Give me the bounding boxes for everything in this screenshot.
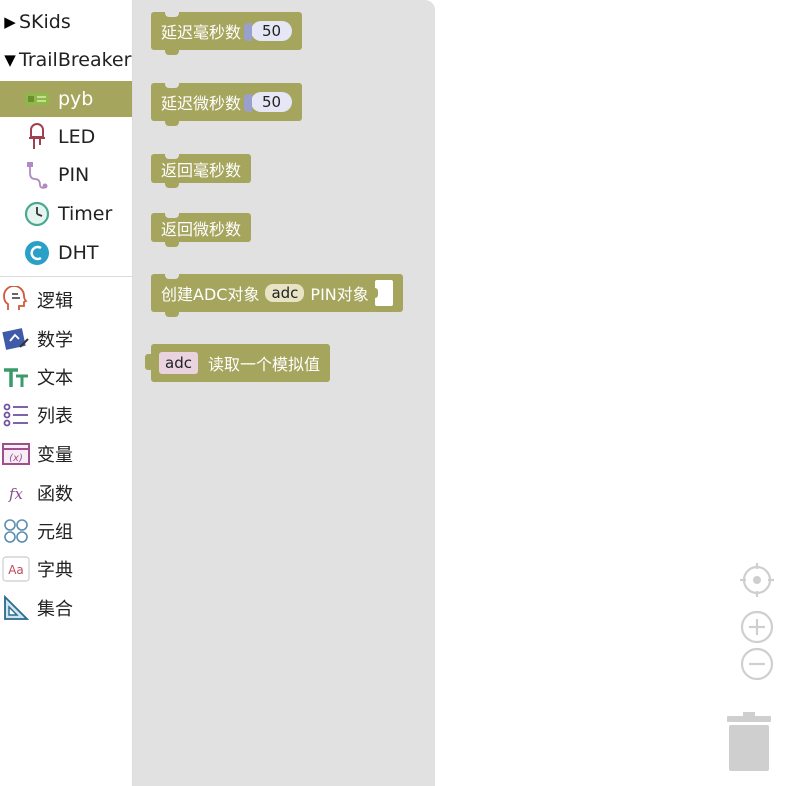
zoom-out-icon <box>740 647 774 681</box>
expand-arrow-icon[interactable]: ▶ <box>2 13 18 31</box>
sidebar-item-tuple[interactable]: 元组 <box>0 513 132 549</box>
svg-text:fx: fx <box>8 485 24 503</box>
svg-text:(x): (x) <box>9 453 23 464</box>
zoom-in-icon <box>740 610 774 644</box>
sidebar-item-label: DHT <box>58 242 99 264</box>
sidebar-item-led[interactable]: LED <box>0 119 132 155</box>
sidebar-item-logic[interactable]: 逻辑 <box>0 282 132 318</box>
category-sidebar: ▶ SKids ▼ TrailBreaker pyb LED PIN Timer… <box>0 0 133 786</box>
sidebar-item-text[interactable]: 文本 <box>0 359 132 395</box>
pin-icon <box>23 161 51 189</box>
timer-icon <box>23 200 51 228</box>
block-return-ms[interactable]: 返回毫秒数 <box>151 154 252 188</box>
recenter-button[interactable] <box>740 563 774 601</box>
logic-icon <box>2 286 30 314</box>
sidebar-item-label: LED <box>58 126 96 148</box>
block-label: 延迟毫秒数 <box>161 23 242 42</box>
block-label: PIN对象 <box>310 285 369 304</box>
dht-icon <box>23 239 51 267</box>
led-icon <box>23 123 51 151</box>
sidebar-item-label: PIN <box>58 164 90 186</box>
variable-icon: (x) <box>2 440 30 468</box>
block-create-adc[interactable]: 创建ADC对象 adc PIN对象 <box>151 274 403 317</box>
block-delay-us[interactable]: 延迟微秒数 50 <box>151 83 303 126</box>
collapse-arrow-icon[interactable]: ▼ <box>2 51 18 69</box>
sidebar-item-label: 数学 <box>37 330 73 351</box>
text-icon <box>2 363 30 391</box>
svg-text:Aa: Aa <box>8 563 24 577</box>
sidebar-item-label: 列表 <box>37 406 73 427</box>
sidebar-item-math[interactable]: 数学 <box>0 321 132 357</box>
block-label: 读取一个模拟值 <box>207 355 320 374</box>
dict-icon: Aa <box>2 555 30 583</box>
sidebar-item-label: 函数 <box>37 484 73 505</box>
block-label: 创建ADC对象 <box>161 285 260 304</box>
block-notch <box>165 241 179 247</box>
sidebar-item-function[interactable]: fx 函数 <box>0 475 132 511</box>
variable-field[interactable]: adc <box>159 352 198 374</box>
board-icon <box>23 85 51 113</box>
sidebar-item-list[interactable]: 列表 <box>0 397 132 433</box>
zoom-out-button[interactable] <box>740 647 774 685</box>
list-icon <box>2 401 30 429</box>
sidebar-item-set[interactable]: 集合 <box>0 590 132 626</box>
sidebar-item-label: pyb <box>58 88 94 110</box>
function-icon: fx <box>2 479 30 507</box>
sidebar-item-label: 字典 <box>37 560 73 581</box>
tree-node-label: TrailBreaker <box>19 49 132 71</box>
math-icon <box>2 325 30 353</box>
block-notch <box>165 120 179 126</box>
block-return-us[interactable]: 返回微秒数 <box>151 213 252 247</box>
variable-field[interactable]: adc <box>265 284 305 302</box>
output-plug <box>145 354 153 370</box>
sidebar-item-dht[interactable]: DHT <box>0 235 132 271</box>
sidebar-item-label: 变量 <box>37 445 73 466</box>
block-notch <box>165 12 179 17</box>
sidebar-item-timer[interactable]: Timer <box>0 196 132 232</box>
sidebar-divider <box>0 276 132 277</box>
tree-node-skids[interactable]: ▶ SKids <box>0 4 132 40</box>
sidebar-item-dict[interactable]: Aa 字典 <box>0 551 132 587</box>
block-delay-ms[interactable]: 延迟毫秒数 50 <box>151 12 303 55</box>
sidebar-item-label: 逻辑 <box>37 291 73 312</box>
block-flyout: 延迟毫秒数 50 延迟微秒数 50 返回毫秒数 返回微秒数 创建ADC对象 ad… <box>133 0 435 786</box>
sidebar-item-pyb[interactable]: pyb <box>0 81 132 117</box>
block-notch <box>165 154 179 159</box>
block-notch <box>165 49 179 55</box>
block-label: 延迟微秒数 <box>161 94 242 113</box>
tree-node-label: SKids <box>19 11 71 33</box>
trash-icon <box>727 712 771 771</box>
set-icon <box>2 594 30 622</box>
number-input[interactable]: 50 <box>243 92 293 112</box>
block-label: 返回微秒数 <box>161 219 242 239</box>
number-input[interactable]: 50 <box>243 21 293 41</box>
block-read-analog[interactable]: adc 读取一个模拟值 <box>145 344 330 382</box>
sidebar-item-label: 集合 <box>37 599 73 620</box>
sidebar-item-label: 元组 <box>37 522 73 543</box>
zoom-in-button[interactable] <box>740 610 774 648</box>
block-label: 返回毫秒数 <box>161 160 242 180</box>
block-notch <box>165 213 179 218</box>
sidebar-item-variable[interactable]: (x) 变量 <box>0 436 132 472</box>
target-icon <box>740 563 774 597</box>
value-socket[interactable] <box>371 280 393 306</box>
block-notch <box>165 83 179 88</box>
trash-button[interactable] <box>726 710 772 776</box>
sidebar-item-pin[interactable]: PIN <box>0 157 132 193</box>
block-notch <box>165 311 179 317</box>
block-notch <box>165 182 179 188</box>
sidebar-item-label: 文本 <box>37 368 73 389</box>
tuple-icon <box>2 517 30 545</box>
sidebar-item-label: Timer <box>58 203 113 225</box>
block-notch <box>165 274 179 279</box>
tree-node-trailbreaker[interactable]: ▼ TrailBreaker <box>0 42 132 78</box>
